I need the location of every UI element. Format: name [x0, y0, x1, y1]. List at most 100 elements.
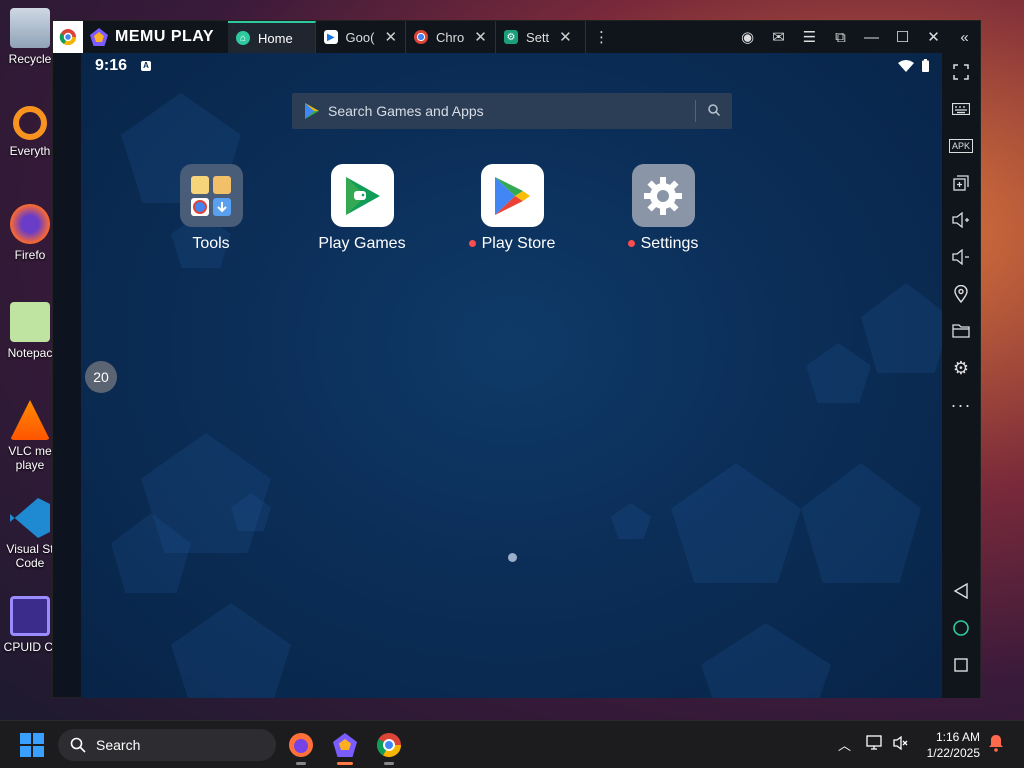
firefox-icon	[10, 204, 50, 244]
search-icon	[70, 737, 86, 753]
memu-logo-icon	[90, 28, 108, 46]
desktop-icon-label: CPUID CI	[3, 640, 57, 654]
taskbar-search[interactable]: Search	[58, 729, 276, 761]
tabs-more-icon[interactable]: ⋮	[586, 21, 617, 53]
maximize-icon[interactable]: ☐	[887, 21, 918, 53]
desktop-icon-vscode[interactable]: Visual St Code	[0, 498, 60, 570]
android-clock: 9:16	[95, 57, 128, 74]
volume-down-icon[interactable]	[942, 242, 980, 272]
menu-icon[interactable]: ☰	[794, 21, 825, 53]
running-indicator	[296, 762, 306, 765]
location-icon[interactable]	[942, 279, 980, 309]
start-button[interactable]	[20, 733, 44, 757]
memu-logo-icon	[333, 733, 357, 757]
keyboard-icon[interactable]	[942, 94, 980, 124]
apk-icon[interactable]: APK	[942, 131, 980, 161]
desktop-icon-label: VLC me	[8, 444, 52, 458]
app-settings[interactable]: Settings	[608, 164, 718, 253]
show-hidden-icons-icon[interactable]: ︿	[838, 735, 851, 754]
divider	[695, 100, 696, 122]
progress-label: 20	[93, 369, 109, 385]
play-games-icon	[330, 164, 394, 227]
volume-muted-icon[interactable]	[893, 735, 909, 754]
desktop-icon-cpuid[interactable]: CPUID CI	[0, 596, 60, 654]
desktop-icon-label: Everyth	[9, 144, 51, 158]
desktop-icon-vlc[interactable]: VLC me playe	[0, 400, 60, 472]
taskbar-firefox[interactable]	[287, 731, 315, 765]
settings-icon[interactable]: ⚙	[942, 353, 980, 383]
close-tab-icon[interactable]: ✕	[559, 28, 572, 46]
desktop-icon-label-line2: playe	[15, 458, 45, 472]
apk-label: APK	[948, 139, 973, 153]
bg-shape	[171, 603, 291, 698]
close-icon[interactable]: ✕	[918, 21, 949, 53]
page-indicator	[508, 553, 517, 562]
app-label: Play Games	[318, 235, 406, 252]
desktop-icon-label: Recycle	[8, 52, 52, 66]
more-icon[interactable]: ···	[942, 390, 980, 420]
android-status-bar: 9:16 A	[95, 57, 152, 75]
volume-up-icon[interactable]	[942, 205, 980, 235]
chrome-icon	[376, 733, 401, 758]
collapse-sidebar-icon[interactable]: «	[949, 21, 980, 53]
windows-logo-pane	[20, 746, 31, 757]
multi-instance-icon[interactable]	[942, 168, 980, 198]
recents-icon[interactable]	[942, 650, 980, 680]
mail-icon[interactable]: ✉	[763, 21, 794, 53]
status-icons	[898, 59, 929, 72]
bg-shape	[861, 283, 943, 373]
account-icon[interactable]: ◉	[732, 21, 763, 53]
bg-shape	[806, 343, 871, 403]
search-games-bar[interactable]: Search Games and Apps	[292, 93, 732, 129]
app-play-store[interactable]: Play Store	[457, 164, 567, 253]
tab-chrome[interactable]: Chro ✕	[406, 21, 497, 53]
notepad-icon	[10, 302, 50, 342]
app-label: Play Store	[481, 235, 556, 252]
app-tools[interactable]: Tools	[156, 164, 266, 253]
bg-shape	[801, 463, 921, 583]
play-store-small-icon	[305, 103, 319, 119]
screen-mirror-icon[interactable]: ⧉	[825, 21, 856, 53]
app-play-games[interactable]: Play Games	[307, 164, 417, 253]
desktop-icon-label: Visual St	[6, 542, 54, 556]
vscode-icon	[10, 498, 50, 538]
everything-search-icon	[13, 106, 47, 140]
desktop-icon-label-line2: Code	[15, 556, 45, 570]
taskbar-clock[interactable]: 1:16 AM 1/22/2025	[927, 729, 980, 761]
clock-date: 1/22/2025	[926, 746, 980, 760]
fullscreen-icon[interactable]	[942, 57, 980, 87]
play-store-icon	[480, 164, 544, 227]
tab-home[interactable]: ⌂ Home	[228, 21, 317, 53]
tab-google-play[interactable]: ▶ Goo( ✕	[316, 21, 407, 53]
home-icon: ⌂	[236, 31, 251, 45]
notification-bell-icon[interactable]	[988, 734, 1004, 755]
desktop-icon-label: Notepac	[7, 346, 53, 360]
bg-shape	[671, 463, 801, 583]
title-bar: MEMU PLAY ⌂ Home ▶ Goo( ✕ Chro ✕ ⚙ Sett …	[53, 21, 980, 53]
tab-label: Home	[258, 30, 293, 46]
search-icon[interactable]	[708, 103, 721, 119]
active-indicator	[337, 762, 353, 765]
tab-settings[interactable]: ⚙ Sett ✕	[496, 21, 587, 53]
memu-window: MEMU PLAY ⌂ Home ▶ Goo( ✕ Chro ✕ ⚙ Sett …	[52, 20, 981, 698]
taskbar-chrome[interactable]	[375, 731, 403, 765]
android-screen: 9:16 A Search Games and Apps Tools Play …	[81, 53, 943, 698]
desktop-icon-notepad[interactable]: Notepac	[0, 302, 60, 360]
windows-logo-pane	[20, 733, 31, 744]
home-icon[interactable]	[942, 613, 980, 643]
folder-icon[interactable]	[942, 316, 980, 346]
back-icon[interactable]	[942, 576, 980, 606]
minimize-icon[interactable]: —	[856, 21, 887, 53]
desktop-icon-everything[interactable]: Everyth	[0, 106, 60, 158]
chrome-badge-icon	[53, 21, 83, 53]
notification-a-icon: A	[141, 61, 152, 71]
taskbar-memu[interactable]	[331, 731, 359, 765]
network-icon[interactable]	[866, 735, 884, 754]
close-tab-icon[interactable]: ✕	[384, 28, 397, 46]
memu-brand: MEMU PLAY	[83, 27, 228, 47]
windows-logo-pane	[33, 746, 44, 757]
google-play-icon: ▶	[324, 30, 338, 44]
desktop-icon-firefox[interactable]: Firefo	[0, 204, 60, 262]
close-tab-icon[interactable]: ✕	[474, 28, 487, 46]
desktop-icon-recycle[interactable]: Recycle	[0, 8, 60, 66]
